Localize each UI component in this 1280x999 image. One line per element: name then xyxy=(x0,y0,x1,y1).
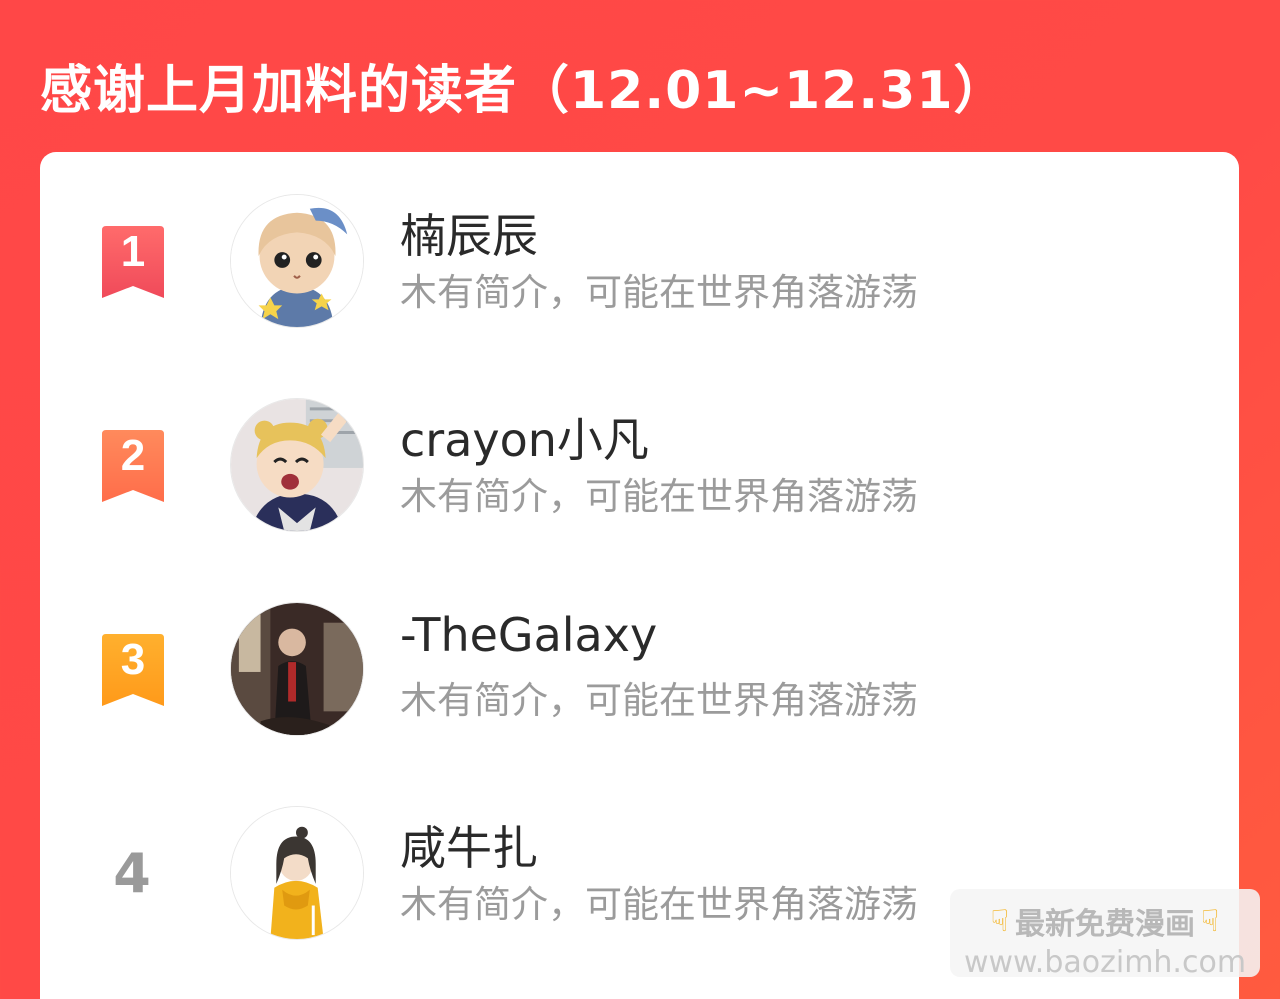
watermark-url: www.baozimh.com xyxy=(963,945,1247,980)
reader-row-3[interactable]: 3 -TheGalaxy 木有简介，可能在世界角落游荡 xyxy=(40,602,1239,742)
site-watermark: ☟ 最新免费漫画 ☟ www.baozimh.com xyxy=(950,889,1260,980)
avatar-image xyxy=(231,195,363,327)
rank-2-ribbon: 2 xyxy=(102,430,164,502)
rank-number: 3 xyxy=(121,635,145,684)
rank-3-ribbon: 3 xyxy=(102,634,164,706)
avatar-image xyxy=(231,399,363,531)
avatar[interactable] xyxy=(230,602,364,736)
rank-ribbon-icon: 1 xyxy=(98,226,168,298)
watermark-tagline: ☟ 最新免费漫画 ☟ xyxy=(950,899,1260,943)
reader-name: 咸牛扎 xyxy=(400,821,538,875)
reader-name: 楠辰辰 xyxy=(400,209,538,263)
pointing-down-hand-icon: ☟ xyxy=(990,903,1009,939)
page-title: 感谢上月加料的读者（12.01~12.31） xyxy=(40,61,1007,121)
reader-bio: 木有简介，可能在世界角落游荡 xyxy=(400,883,918,926)
reader-bio: 木有简介，可能在世界角落游荡 xyxy=(400,679,918,722)
reader-bio: 木有简介，可能在世界角落游荡 xyxy=(400,475,918,518)
rank-1-ribbon: 1 xyxy=(102,226,164,298)
reader-name: crayon小凡 xyxy=(400,413,649,467)
rank-number: 1 xyxy=(121,227,145,276)
rank-number: 2 xyxy=(121,431,145,480)
reader-row-2[interactable]: 2 crayon小凡 木有简介，可能在世界角落游荡 xyxy=(40,398,1239,538)
rank-ribbon-icon: 3 xyxy=(98,634,168,706)
pointing-down-hand-icon: ☟ xyxy=(1201,903,1220,939)
avatar-image xyxy=(231,603,363,735)
reader-bio: 木有简介，可能在世界角落游荡 xyxy=(400,271,918,314)
reader-list-card: 1 楠辰辰 木有简介，可能在世界角落游荡 2 crayon小凡 木有简介，可能在… xyxy=(40,152,1239,999)
rank-ribbon-icon: 2 xyxy=(98,430,168,502)
avatar[interactable] xyxy=(230,194,364,328)
watermark-text: 最新免费漫画 xyxy=(1015,907,1195,942)
avatar-image xyxy=(231,807,363,939)
reader-name: -TheGalaxy xyxy=(400,608,658,662)
rank-number: 4 xyxy=(113,842,151,905)
avatar[interactable] xyxy=(230,398,364,532)
reader-row-1[interactable]: 1 楠辰辰 木有简介，可能在世界角落游荡 xyxy=(40,194,1239,334)
avatar[interactable] xyxy=(230,806,364,940)
